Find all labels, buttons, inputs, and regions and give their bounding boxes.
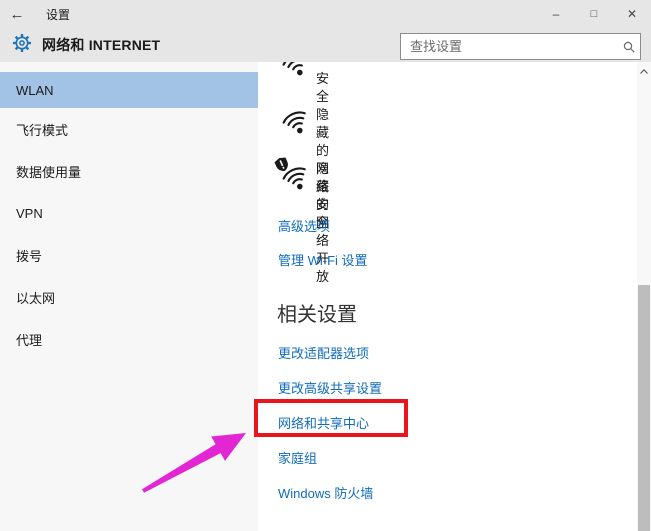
search-icon[interactable] bbox=[618, 36, 640, 58]
network-status: 安全 bbox=[316, 70, 329, 106]
sidebar-item-vpn[interactable]: VPN bbox=[0, 192, 258, 234]
scroll-up-icon[interactable] bbox=[637, 64, 651, 78]
sidebar-item-data-usage[interactable]: 数据使用量 bbox=[0, 150, 258, 192]
window-chrome: ← 设置 – □ ✕ 网络和 INTERNET bbox=[0, 0, 651, 62]
settings-window: { "titlebar": { "back_icon": "←", "title… bbox=[0, 0, 651, 531]
main-content: 安全 隐藏的网络 安全 bbox=[258, 62, 637, 531]
warning-shield-icon bbox=[275, 157, 289, 172]
wifi-icon bbox=[280, 106, 312, 138]
link-advanced-options[interactable]: 高级选项 bbox=[278, 216, 330, 235]
link-network-sharing-center[interactable]: 网络和共享中心 bbox=[278, 413, 369, 432]
search-box[interactable] bbox=[400, 33, 641, 60]
link-change-adapter-options[interactable]: 更改适配器选项 bbox=[278, 343, 369, 362]
scrollbar[interactable] bbox=[637, 62, 651, 531]
close-button[interactable]: ✕ bbox=[613, 0, 651, 28]
sidebar-item-airplane-mode[interactable]: 飞行模式 bbox=[0, 108, 258, 150]
link-homegroup[interactable]: 家庭组 bbox=[278, 448, 317, 467]
gear-icon bbox=[11, 32, 33, 54]
sidebar-item-ethernet[interactable]: 以太网 bbox=[0, 276, 258, 318]
network-name: 隐藏的网络 bbox=[316, 160, 329, 250]
maximize-button[interactable]: □ bbox=[575, 0, 613, 28]
sidebar-item-dial-up[interactable]: 拨号 bbox=[0, 234, 258, 276]
back-button[interactable]: ← bbox=[0, 6, 34, 23]
scrollbar-thumb[interactable] bbox=[638, 285, 650, 531]
sidebar-item-wlan[interactable]: WLAN bbox=[0, 72, 258, 108]
related-settings-heading: 相关设置 bbox=[277, 298, 357, 327]
link-windows-firewall[interactable]: Windows 防火墙 bbox=[278, 483, 373, 502]
sidebar-item-proxy[interactable]: 代理 bbox=[0, 318, 258, 360]
window-controls: – □ ✕ bbox=[537, 0, 651, 28]
minimize-button[interactable]: – bbox=[537, 0, 575, 28]
wifi-icon bbox=[280, 62, 312, 80]
sidebar: WLAN 飞行模式 数据使用量 VPN 拨号 以太网 代理 bbox=[0, 62, 258, 531]
window-title: 设置 bbox=[46, 6, 70, 23]
link-change-advanced-sharing[interactable]: 更改高级共享设置 bbox=[278, 378, 382, 397]
page-title: 网络和 INTERNET bbox=[42, 35, 160, 55]
app-header: 网络和 INTERNET bbox=[0, 28, 651, 62]
titlebar: ← 设置 – □ ✕ bbox=[0, 0, 651, 28]
search-input[interactable] bbox=[401, 39, 618, 54]
wifi-warning-icon bbox=[280, 162, 312, 194]
link-manage-wifi-settings[interactable]: 管理 Wi-Fi 设置 bbox=[278, 250, 368, 269]
